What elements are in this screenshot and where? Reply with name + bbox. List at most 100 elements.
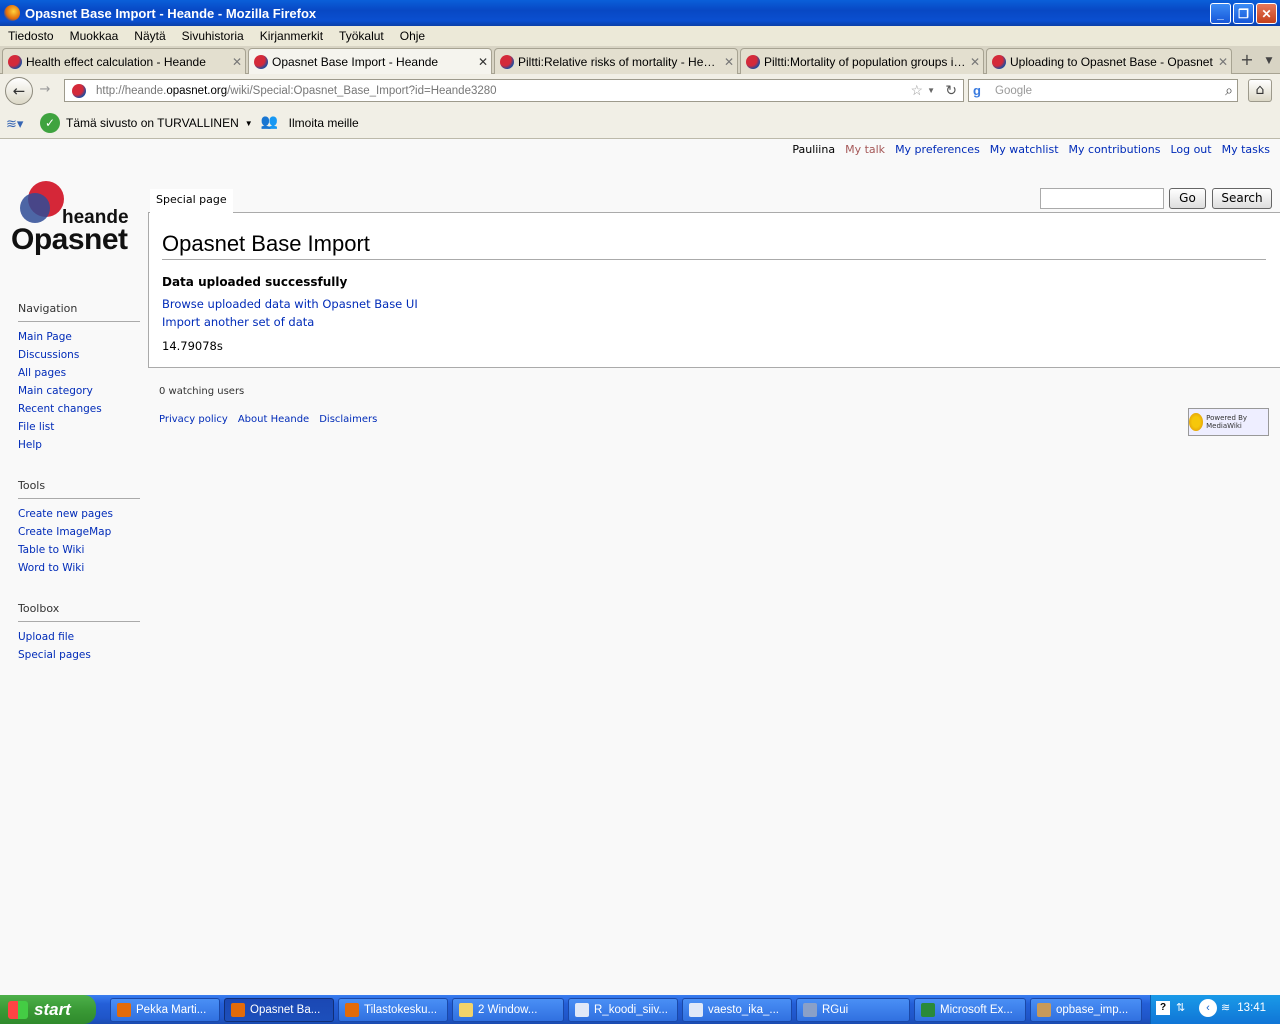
privacy-policy-link[interactable]: Privacy policy	[159, 414, 228, 425]
archive-icon	[1037, 1003, 1051, 1017]
tab-label: Uploading to Opasnet Base - Opasnet	[1010, 54, 1213, 69]
tab-relative-risks[interactable]: Piltti:Relative risks of mortality - Hea…	[494, 48, 738, 74]
disclaimers-link[interactable]: Disclaimers	[319, 414, 377, 425]
menu-ohje[interactable]: Ohje	[392, 29, 433, 43]
about-heande-link[interactable]: About Heande	[238, 414, 309, 425]
nav-recent-changes[interactable]: Recent changes	[18, 400, 143, 418]
tab-close-icon[interactable]: ✕	[721, 55, 737, 69]
toolbox-special-pages[interactable]: Special pages	[18, 646, 143, 664]
tab-close-icon[interactable]: ✕	[475, 55, 491, 69]
powered-by-mediawiki-badge[interactable]: Powered By MediaWiki	[1188, 408, 1269, 436]
tab-mortality-groups[interactable]: Piltti:Mortality of population groups in…	[740, 48, 984, 74]
wot-icon[interactable]: ≋▾	[6, 116, 26, 131]
import-another-link[interactable]: Import another set of data	[162, 315, 314, 329]
document-icon	[575, 1003, 589, 1017]
tab-close-icon[interactable]: ✕	[229, 55, 245, 69]
menu-tiedosto[interactable]: Tiedosto	[0, 29, 62, 43]
tools-heading: Tools	[18, 479, 140, 499]
tab-opasnet-base-import[interactable]: Opasnet Base Import - Heande ✕	[248, 48, 492, 75]
wifi-icon[interactable]: ≋	[1221, 1001, 1230, 1014]
url-path: /wiki/Special:Opasnet_Base_Import?id=Hea…	[227, 84, 497, 97]
my-contributions-link[interactable]: My contributions	[1069, 143, 1161, 156]
my-preferences-link[interactable]: My preferences	[895, 143, 980, 156]
opasnet-logo[interactable]: heande Opasnet	[10, 179, 140, 259]
safe-check-icon[interactable]: ✓	[40, 113, 60, 133]
menu-sivuhistoria[interactable]: Sivuhistoria	[174, 29, 252, 43]
wiki-search-input[interactable]	[1040, 188, 1164, 209]
reload-icon[interactable]: ↻	[945, 82, 957, 99]
tab-uploading-opasnet[interactable]: Uploading to Opasnet Base - Opasnet ✕	[986, 48, 1232, 74]
tool-word-to-wiki[interactable]: Word to Wiki	[18, 559, 143, 577]
close-button[interactable]: ✕	[1256, 3, 1277, 24]
nav-help[interactable]: Help	[18, 436, 143, 454]
tab-close-icon[interactable]: ✕	[967, 55, 983, 69]
heande-favicon-icon	[500, 54, 514, 69]
back-button[interactable]: ←	[5, 77, 33, 105]
tool-create-imagemap[interactable]: Create ImageMap	[18, 523, 143, 541]
browse-data-link[interactable]: Browse uploaded data with Opasnet Base U…	[162, 297, 418, 311]
clock: 13:41	[1237, 1002, 1266, 1014]
tab-health-effect[interactable]: Health effect calculation - Heande ✕	[2, 48, 246, 74]
search-button[interactable]: Search	[1212, 188, 1272, 209]
go-button[interactable]: Go	[1169, 188, 1206, 209]
minimize-button[interactable]: _	[1210, 3, 1231, 24]
nav-file-list[interactable]: File list	[18, 418, 143, 436]
my-talk-link[interactable]: My talk	[845, 143, 885, 156]
elapsed-time: 14.79078s	[162, 339, 223, 353]
help-icon[interactable]: ?	[1156, 1001, 1170, 1015]
maximize-button[interactable]: ❐	[1233, 3, 1254, 24]
windows-flag-icon	[8, 1000, 28, 1019]
taskbar-label: R_koodi_siiv...	[594, 1004, 668, 1016]
my-watchlist-link[interactable]: My watchlist	[990, 143, 1059, 156]
menu-kirjanmerkit[interactable]: Kirjanmerkit	[252, 29, 331, 43]
safe-dropdown-icon[interactable]: ▼	[245, 119, 253, 128]
mediawiki-sunflower-icon	[1189, 413, 1204, 431]
taskbar-item[interactable]: RGui	[796, 998, 910, 1022]
firefox-icon	[345, 1003, 359, 1017]
start-button[interactable]: start	[0, 995, 96, 1024]
tool-create-new-pages[interactable]: Create new pages	[18, 505, 143, 523]
folder-icon	[459, 1003, 473, 1017]
list-tabs-chevron-icon[interactable]: ▼	[1262, 50, 1276, 72]
forward-button[interactable]: →	[35, 82, 55, 100]
taskbar-item[interactable]: R_koodi_siiv...	[568, 998, 678, 1022]
menu-tyokalut[interactable]: Työkalut	[331, 29, 392, 43]
toolbox-heading: Toolbox	[18, 602, 140, 622]
nav-main-page[interactable]: Main Page	[18, 328, 143, 346]
taskbar-item[interactable]: Tilastokesku...	[338, 998, 448, 1022]
nav-main-category[interactable]: Main category	[18, 382, 143, 400]
menu-nayta[interactable]: Näytä	[126, 29, 173, 43]
user-link[interactable]: Pauliina	[792, 143, 835, 156]
new-tab-button[interactable]: +	[1236, 50, 1258, 72]
excel-icon	[921, 1003, 935, 1017]
my-tasks-link[interactable]: My tasks	[1222, 143, 1270, 156]
taskbar-item[interactable]: Opasnet Ba...	[224, 998, 334, 1022]
history-dropdown-icon[interactable]: ▼	[927, 86, 935, 95]
nav-discussions[interactable]: Discussions	[18, 346, 143, 364]
report-label[interactable]: Ilmoita meille	[289, 116, 359, 130]
safe-site-label[interactable]: Tämä sivusto on TURVALLINEN	[66, 116, 239, 130]
google-icon[interactable]: g	[973, 83, 989, 99]
menu-muokkaa[interactable]: Muokkaa	[62, 29, 127, 43]
tool-table-to-wiki[interactable]: Table to Wiki	[18, 541, 143, 559]
taskbar-item[interactable]: Microsoft Ex...	[914, 998, 1026, 1022]
nav-all-pages[interactable]: All pages	[18, 364, 143, 382]
taskbar-item[interactable]: 2 Window...	[452, 998, 564, 1022]
taskbar-item[interactable]: opbase_imp...	[1030, 998, 1142, 1022]
search-icon[interactable]: ⌕	[1225, 82, 1233, 99]
home-button[interactable]: ⌂	[1248, 79, 1272, 102]
toolbox-upload-file[interactable]: Upload file	[18, 628, 143, 646]
wiki-page: Pauliina My talk My preferences My watch…	[0, 139, 1280, 995]
network-icon[interactable]: ⇅	[1176, 1001, 1185, 1014]
tab-special-page[interactable]: Special page	[150, 189, 233, 213]
taskbar-item[interactable]: Pekka Marti...	[110, 998, 220, 1022]
bookmark-star-icon[interactable]: ☆	[910, 82, 923, 99]
tab-close-icon[interactable]: ✕	[1215, 55, 1231, 69]
powered-by-label: Powered By MediaWiki	[1206, 414, 1248, 430]
tab-label: Health effect calculation - Heande	[26, 54, 206, 69]
log-out-link[interactable]: Log out	[1170, 143, 1211, 156]
taskbar-item[interactable]: vaesto_ika_...	[682, 998, 792, 1022]
chevron-left-icon[interactable]: ‹	[1199, 999, 1217, 1017]
web-search-box[interactable]: g Google ⌕	[968, 79, 1238, 102]
address-bar[interactable]: http://heande. opasnet.org/wiki/Special:O…	[64, 79, 964, 102]
